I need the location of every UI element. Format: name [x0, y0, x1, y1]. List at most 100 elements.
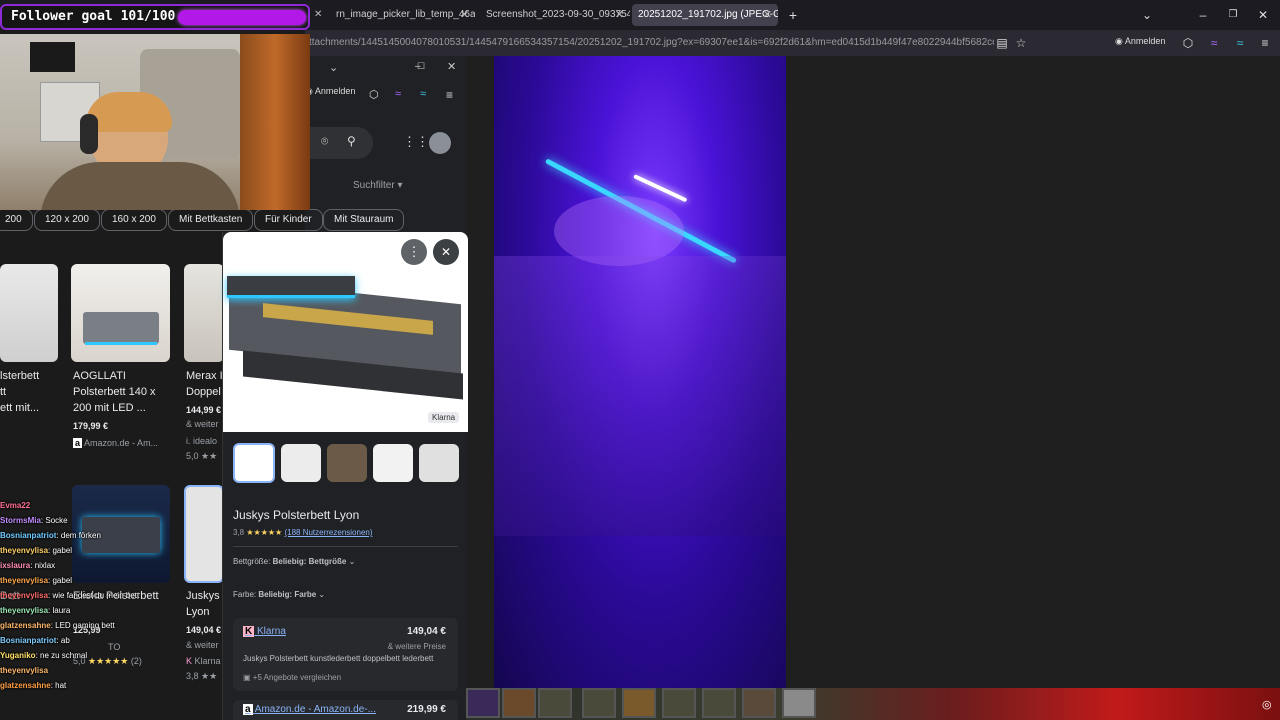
menu-icon[interactable]: ≡: [1258, 36, 1272, 50]
tab-image-picker[interactable]: rn_image_picker_lib_temp_46a716e✕: [330, 4, 475, 26]
merchant-link[interactable]: K Klarna: [243, 626, 286, 637]
chat-username[interactable]: StormsMia: [0, 516, 41, 525]
close-icon[interactable]: ✕: [314, 9, 322, 20]
maximize-icon[interactable]: ☐: [417, 61, 425, 72]
chat-text: nixlax: [34, 561, 56, 570]
product-image[interactable]: [0, 264, 58, 362]
minimize-icon[interactable]: –: [1196, 8, 1210, 22]
window-close-icon[interactable]: ✕: [447, 60, 456, 73]
chevron-down-icon[interactable]: ⌄: [1140, 8, 1154, 22]
search-filter-label: Suchfilter: [353, 180, 395, 191]
thumbnail[interactable]: [233, 443, 275, 483]
extension-icon[interactable]: ⬡: [1181, 36, 1195, 50]
reviews-link[interactable]: (188 Nutzerrezensionen): [284, 528, 372, 537]
chat-username[interactable]: Bosnianpatriot: [0, 636, 56, 645]
close-icon[interactable]: ✕: [615, 4, 624, 26]
chip-160x200[interactable]: 160 x 200: [101, 209, 167, 231]
amazon-icon: a: [73, 438, 83, 448]
chat-username[interactable]: Yuganiko: [0, 651, 36, 660]
chat-username[interactable]: ixslaura: [0, 561, 30, 570]
chat-username[interactable]: theyenvylisa: [0, 546, 48, 555]
bed-photo[interactable]: [494, 56, 786, 688]
chat-username[interactable]: Bosnianpatriot: [0, 531, 56, 540]
chip-fuer-kinder[interactable]: Für Kinder: [254, 209, 323, 231]
chip-mit-stauraum[interactable]: Mit Stauraum: [323, 209, 405, 231]
chat-text: laura: [52, 606, 71, 615]
product-image[interactable]: [71, 264, 170, 362]
product-image[interactable]: [184, 264, 224, 362]
more-prices[interactable]: & weitere Preise: [388, 642, 446, 651]
follower-goal-widget: Follower goal 101/100: [0, 4, 310, 30]
chat-username[interactable]: theyenvylisa: [0, 606, 48, 615]
thumbnail[interactable]: [327, 444, 367, 482]
more-options-icon[interactable]: ⋮: [401, 239, 427, 265]
chevron-down-icon[interactable]: ⌄: [329, 61, 338, 74]
product-main-image[interactable]: ⋮ ✕ Klarna: [223, 232, 468, 432]
size-filter[interactable]: Bettgröße: Beliebig: Bettgröße ⌄: [233, 557, 355, 566]
signin-label: Anmelden: [314, 86, 356, 96]
lens-icon[interactable]: ⌾: [321, 134, 328, 149]
product-source[interactable]: K Klarna: [186, 656, 221, 666]
product-image-selected[interactable]: [184, 485, 224, 583]
extension-blue-icon[interactable]: ≈: [1233, 36, 1247, 50]
extension-purple-icon[interactable]: ≈: [1207, 36, 1221, 50]
extension-blue-icon[interactable]: ≈: [420, 88, 426, 100]
maximize-icon[interactable]: ❐: [1226, 8, 1240, 22]
search-bar[interactable]: ⌾ ⚲: [305, 127, 373, 159]
compare-offers[interactable]: ▣ +5 Angebote vergleichen: [243, 673, 341, 682]
chip-mit-bettkasten[interactable]: Mit Bettkasten: [168, 209, 254, 231]
merchant-link[interactable]: a Amazon.de - Amazon.de-...: [243, 704, 376, 715]
chat-username[interactable]: theyenvylisa: [0, 576, 48, 585]
product-title[interactable]: AOGLLATI Polsterbett 140 x 200 mit LED ...: [73, 368, 156, 416]
chat-message: Yuganiko: ne zu schmal: [0, 651, 88, 660]
signin-button[interactable]: ◉ Anmelden: [305, 86, 355, 97]
thumbnail[interactable]: [373, 444, 413, 482]
chat-username[interactable]: theyenvylisa: [0, 666, 48, 675]
search-icon[interactable]: ⚲: [347, 134, 356, 148]
url-text[interactable]: ttachments/1445145004078010531/144547916…: [309, 37, 994, 48]
chat-message: theyenvylisa: [0, 665, 48, 676]
thumbnail[interactable]: [281, 444, 321, 482]
webcam-overlay: [0, 34, 310, 210]
product-source[interactable]: a Amazon.de - Am...: [73, 438, 158, 448]
close-icon[interactable]: ✕: [460, 4, 469, 26]
chat-message: ixslaura: nixlax: [0, 561, 56, 570]
window-close-icon[interactable]: ✕: [1256, 8, 1270, 22]
chat-username[interactable]: theyenvylisa: [0, 591, 48, 600]
close-icon[interactable]: ✕: [433, 239, 459, 265]
chip-120x200[interactable]: 120 x 200: [34, 209, 100, 231]
extension-purple-icon[interactable]: ≈: [395, 88, 401, 100]
chat-username[interactable]: glatzensahne: [0, 621, 51, 630]
color-filter[interactable]: Farbe: Beliebig: Farbe ⌄: [233, 590, 325, 599]
chip-200[interactable]: 200: [0, 209, 33, 231]
reader-view-icon[interactable]: ▤: [995, 36, 1009, 50]
offer-card[interactable]: K Klarna 149,04 € & weitere Preise Jusky…: [233, 618, 458, 691]
product-source[interactable]: i. idealo: [186, 436, 217, 446]
offer-card[interactable]: a Amazon.de - Amazon.de-... 219,99 €: [233, 700, 458, 720]
chat-username[interactable]: Evma22: [0, 501, 30, 510]
product-title[interactable]: Juskys Lyon: [186, 588, 220, 620]
extension-icon[interactable]: ⬡: [369, 88, 379, 101]
avatar[interactable]: [429, 132, 451, 154]
headboard: [227, 276, 355, 298]
tab-screenshot[interactable]: Screenshot_2023-09-30_093754.png✕: [480, 4, 630, 26]
chat-username[interactable]: glatzensahne: [0, 681, 51, 690]
offer-price: 149,04 €: [407, 626, 446, 637]
product-more-prices: & weiter: [186, 640, 219, 650]
overlay-icon: ◎: [1262, 699, 1272, 711]
close-icon[interactable]: ✕: [763, 4, 772, 26]
url-bar[interactable]: ttachments/1445145004078010531/144547916…: [305, 30, 1280, 56]
bookmark-star-icon[interactable]: ☆: [1014, 36, 1028, 50]
signin-button[interactable]: ◉ Anmelden: [1115, 36, 1165, 47]
product-title[interactable]: lsterbett tt ett mit...: [0, 368, 39, 416]
tab-jpeg-active[interactable]: 20251202_191702.jpg (JPEG-Grafik✕: [632, 4, 778, 26]
thumbnail[interactable]: [419, 444, 459, 482]
product-price: 144,99 €: [186, 405, 222, 415]
new-tab-icon[interactable]: +: [786, 8, 800, 22]
search-filter-button[interactable]: Suchfilter ▾: [353, 180, 403, 191]
tv: [30, 42, 75, 72]
product-title[interactable]: Merax I Doppel: [186, 368, 223, 400]
menu-icon[interactable]: ≡: [446, 88, 453, 102]
apps-grid-icon[interactable]: ⋮⋮: [403, 134, 429, 150]
blanket: [494, 256, 786, 536]
